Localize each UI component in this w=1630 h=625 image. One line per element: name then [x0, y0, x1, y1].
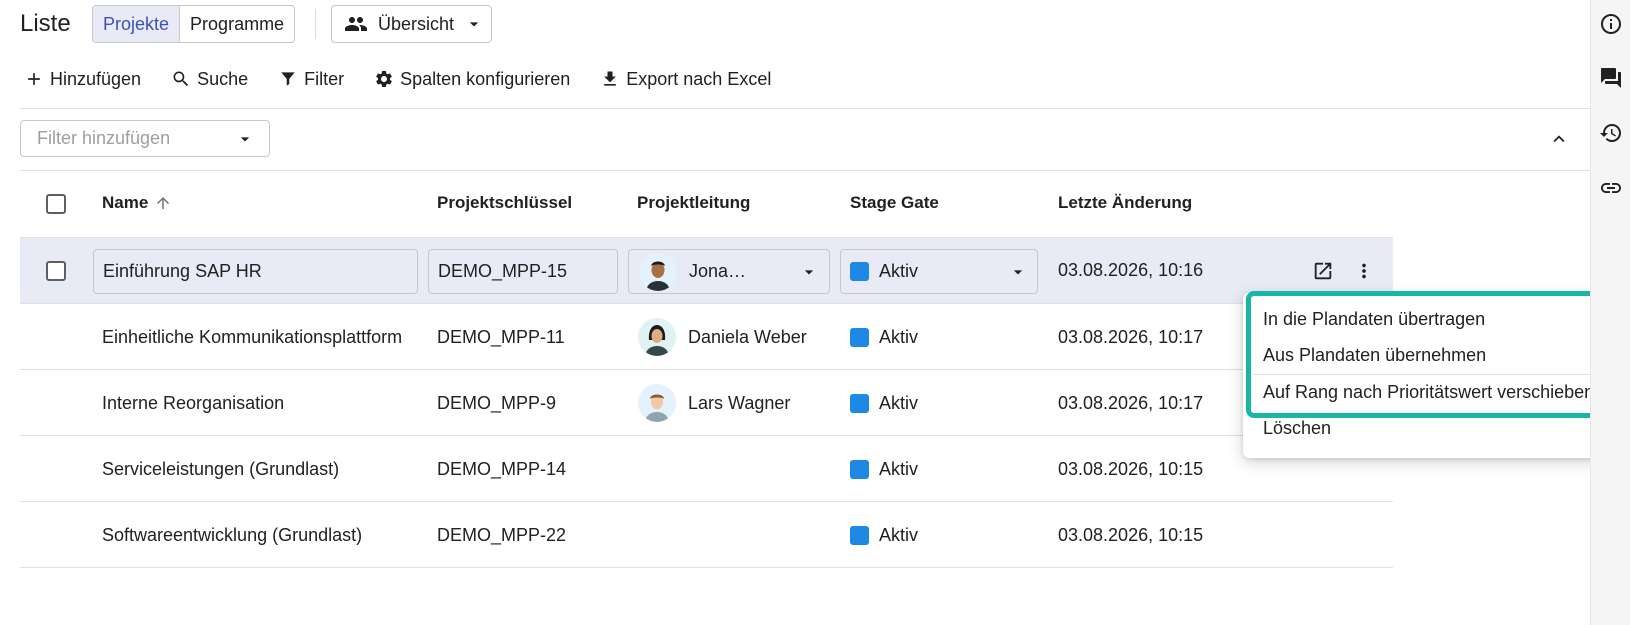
changed-cell: 03.08.2026, 10:17 — [1058, 393, 1204, 413]
key-cell: DEMO_MPP-11 — [437, 327, 565, 347]
sort-ascending-icon — [154, 194, 172, 212]
stage-color-square — [850, 262, 869, 281]
export-excel-button[interactable]: Export nach Excel — [600, 69, 771, 90]
column-header-lead[interactable]: Projektleitung — [637, 193, 750, 213]
download-icon — [600, 69, 620, 89]
column-header-name[interactable]: Name — [102, 193, 172, 213]
name-cell: Interne Reorganisation — [102, 393, 285, 413]
name-field[interactable]: Einführung SAP HR — [93, 249, 418, 294]
key-cell: DEMO_MPP-14 — [437, 459, 567, 479]
changed-cell: 03.08.2026, 10:17 — [1058, 327, 1204, 347]
lead-cell: Lars Wagner — [688, 393, 791, 413]
stage-color-square — [850, 526, 869, 545]
open-external-icon[interactable] — [1312, 260, 1334, 282]
link-icon[interactable] — [1599, 176, 1623, 200]
select-all-checkbox[interactable] — [46, 194, 66, 214]
export-excel-label: Export nach Excel — [626, 68, 772, 89]
project-type-toggle: Projekte Programme — [92, 5, 296, 43]
caret-down-icon — [464, 14, 484, 34]
caret-down-icon — [1008, 262, 1028, 282]
search-icon — [171, 69, 191, 89]
menu-item-move-by-priority[interactable]: Auf Rang nach Prioritätswert verschieben — [1263, 382, 1594, 403]
changed-cell: 03.08.2026, 10:15 — [1058, 525, 1204, 545]
plus-icon — [24, 69, 44, 89]
row-checkbox[interactable] — [46, 261, 66, 281]
toolbar: Hinzufügen Suche Filter Spalten konfigur… — [24, 64, 771, 94]
stage-cell: Aktiv — [879, 525, 919, 545]
stage-color-square — [850, 394, 869, 413]
page-title: Liste — [20, 10, 71, 37]
menu-divider — [1253, 374, 1601, 375]
add-button-label: Hinzufügen — [50, 68, 142, 89]
caret-down-icon — [799, 262, 819, 282]
filter-button-label: Filter — [304, 68, 345, 89]
column-header-key[interactable]: Projektschlüssel — [437, 193, 572, 213]
collapse-chevron-icon[interactable] — [1548, 128, 1570, 150]
toolbar-divider — [20, 108, 1590, 109]
row-context-menu: In die Plandaten übertragen Aus Plandate… — [1243, 293, 1611, 458]
more-vert-icon[interactable] — [1353, 260, 1375, 282]
menu-item-delete[interactable]: Löschen — [1263, 418, 1331, 439]
info-icon[interactable] — [1599, 12, 1623, 36]
stage-cell: Aktiv — [879, 459, 919, 479]
stage-cell: Aktiv — [879, 327, 919, 347]
add-button[interactable]: Hinzufügen — [24, 69, 141, 90]
menu-item-pull-plan-data[interactable]: Aus Plandaten übernehmen — [1263, 345, 1486, 366]
key-cell: DEMO_MPP-22 — [437, 525, 567, 545]
filter-divider — [20, 170, 1590, 171]
name-cell: Softwareentwicklung (Grundlast) — [102, 525, 363, 545]
name-cell: Einheitliche Kommunikationsplattform — [102, 327, 403, 347]
stage-select[interactable]: Aktiv — [840, 249, 1038, 294]
column-header-stage[interactable]: Stage Gate — [850, 193, 939, 213]
search-button[interactable]: Suche — [171, 69, 248, 90]
gear-icon — [374, 69, 394, 89]
stage-cell: Aktiv — [879, 393, 919, 413]
tab-projekte[interactable]: Projekte — [93, 6, 181, 42]
configure-columns-button[interactable]: Spalten konfigurieren — [374, 69, 570, 90]
avatar — [639, 252, 677, 291]
search-button-label: Suche — [197, 68, 249, 89]
configure-columns-label: Spalten konfigurieren — [400, 68, 571, 89]
key-cell: DEMO_MPP-9 — [437, 393, 557, 413]
lead-select[interactable]: Jona… — [628, 249, 830, 294]
stage-color-square — [850, 328, 869, 347]
name-cell: Serviceleistungen (Grundlast) — [102, 459, 340, 479]
right-sidebar — [1590, 0, 1630, 625]
people-icon — [344, 12, 368, 36]
avatar — [638, 318, 676, 356]
funnel-icon — [278, 69, 298, 89]
column-header-changed[interactable]: Letzte Änderung — [1058, 193, 1192, 213]
menu-item-push-plan-data[interactable]: In die Plandaten übertragen — [1263, 309, 1485, 330]
key-field[interactable]: DEMO_MPP-15 — [428, 249, 618, 294]
avatar — [638, 384, 676, 422]
view-select-button[interactable]: Übersicht — [331, 5, 492, 43]
filter-add-select[interactable]: Filter hinzufügen — [20, 120, 270, 157]
filter-button[interactable]: Filter — [278, 69, 344, 90]
stage-select-value: Aktiv — [879, 261, 919, 281]
tab-programme[interactable]: Programme — [180, 6, 294, 42]
lead-select-value: Jona… — [689, 261, 747, 281]
comments-icon[interactable] — [1599, 66, 1623, 90]
header-divider — [315, 9, 316, 39]
stage-color-square — [850, 460, 869, 479]
history-icon[interactable] — [1599, 121, 1623, 145]
changed-cell: 03.08.2026, 10:16 — [1058, 260, 1204, 280]
lead-cell: Daniela Weber — [688, 327, 807, 347]
view-select-label: Übersicht — [378, 13, 455, 34]
filter-add-placeholder: Filter hinzufügen — [37, 128, 171, 148]
changed-cell: 03.08.2026, 10:15 — [1058, 459, 1204, 479]
caret-down-icon — [235, 129, 255, 149]
